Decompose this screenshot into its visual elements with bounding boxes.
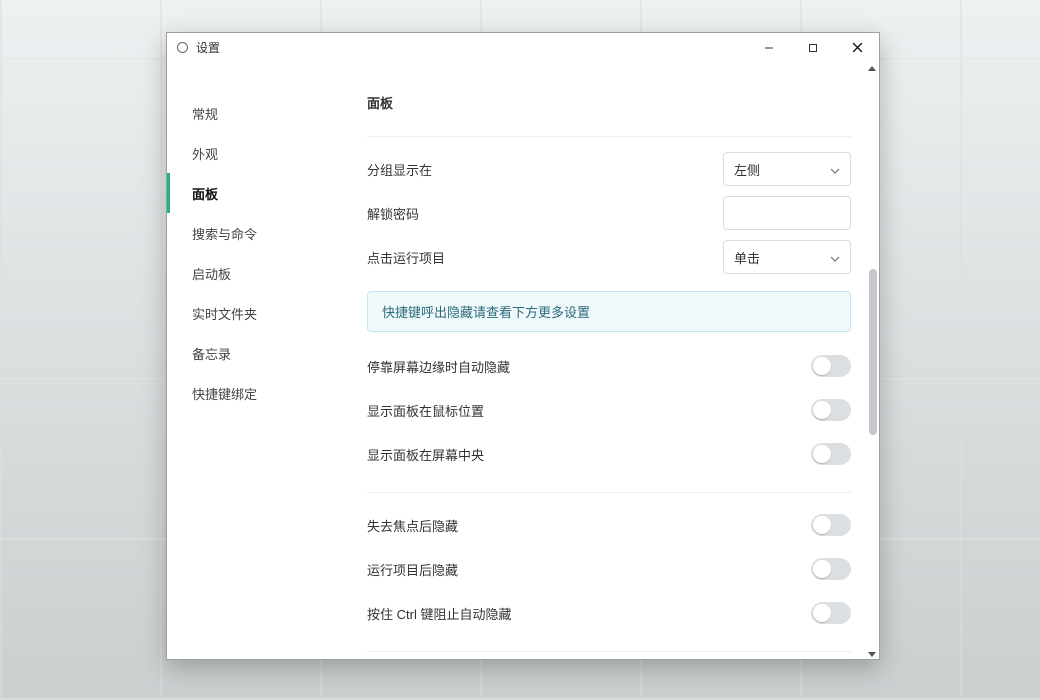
row-toggle-show-center: 显示面板在屏幕中央	[367, 432, 851, 476]
sidebar-item-label: 面板	[192, 184, 218, 203]
scroll-up-icon[interactable]	[866, 63, 878, 73]
scrollbar[interactable]	[865, 63, 879, 659]
scroll-down-icon[interactable]	[866, 649, 878, 659]
sidebar-item-label: 常规	[192, 104, 218, 123]
select-click-run[interactable]: 单击	[723, 240, 851, 274]
toggle-label: 失去焦点后隐藏	[367, 516, 811, 535]
sidebar-item-hotkeys[interactable]: 快捷键绑定	[167, 373, 339, 413]
label-unlock-password: 解锁密码	[367, 204, 723, 223]
sidebar-item-label: 备忘录	[192, 344, 231, 363]
sidebar: 常规 外观 面板 搜索与命令 启动板 实时文件夹 备忘录 快捷键绑定	[167, 63, 339, 659]
hotkey-notice: 快捷键呼出隐藏请查看下方更多设置	[367, 291, 851, 332]
row-toggle-autohide-edge: 停靠屏幕边缘时自动隐藏	[367, 344, 851, 388]
sidebar-item-launchpad[interactable]: 启动板	[167, 253, 339, 293]
sidebar-item-appearance[interactable]: 外观	[167, 133, 339, 173]
toggle-label: 显示面板在屏幕中央	[367, 445, 811, 464]
content-panel: 面板 分组显示在 左侧 解锁密码	[339, 63, 879, 659]
close-button[interactable]	[835, 33, 879, 63]
row-toggle-hide-lostfocus: 失去焦点后隐藏	[367, 503, 851, 547]
toggle-label: 运行项目后隐藏	[367, 560, 811, 579]
settings-window: 设置 常规 外观 面板 搜索与命令 启动板 实时文件夹 备忘录 快捷键绑定	[166, 32, 880, 660]
row-click-run: 点击运行项目 单击	[367, 235, 851, 279]
scroll-thumb[interactable]	[869, 269, 877, 435]
toggle-ctrl-block-hide[interactable]	[811, 602, 851, 624]
toggle-label: 按住 Ctrl 键阻止自动隐藏	[367, 604, 811, 623]
sidebar-item-livefolder[interactable]: 实时文件夹	[167, 293, 339, 333]
select-value: 左侧	[734, 160, 760, 179]
sidebar-item-search[interactable]: 搜索与命令	[167, 213, 339, 253]
toggle-hide-lostfocus[interactable]	[811, 514, 851, 536]
row-toggle-hide-after-run: 运行项目后隐藏	[367, 547, 851, 591]
divider	[367, 651, 851, 652]
input-unlock-password[interactable]	[723, 196, 851, 230]
sidebar-item-label: 搜索与命令	[192, 224, 257, 243]
sidebar-item-label: 外观	[192, 144, 218, 163]
titlebar: 设置	[167, 33, 879, 63]
toggle-show-at-mouse[interactable]	[811, 399, 851, 421]
sidebar-item-general[interactable]: 常规	[167, 93, 339, 133]
toggle-show-center[interactable]	[811, 443, 851, 465]
toggle-label: 显示面板在鼠标位置	[367, 401, 811, 420]
row-toggle-ctrl-block-hide: 按住 Ctrl 键阻止自动隐藏	[367, 591, 851, 635]
app-icon	[177, 42, 188, 53]
window-title: 设置	[196, 39, 220, 56]
section-title: 面板	[367, 93, 851, 112]
sidebar-item-panel[interactable]: 面板	[167, 173, 339, 213]
sidebar-item-label: 实时文件夹	[192, 304, 257, 323]
chevron-down-icon	[830, 162, 840, 177]
select-value: 单击	[734, 248, 760, 267]
toggle-autohide-edge[interactable]	[811, 355, 851, 377]
row-toggle-show-at-mouse: 显示面板在鼠标位置	[367, 388, 851, 432]
toggle-hide-after-run[interactable]	[811, 558, 851, 580]
row-unlock-password: 解锁密码	[367, 191, 851, 235]
toggle-label: 停靠屏幕边缘时自动隐藏	[367, 357, 811, 376]
label-group-position: 分组显示在	[367, 160, 723, 179]
minimize-button[interactable]	[747, 33, 791, 63]
select-group-position[interactable]: 左侧	[723, 152, 851, 186]
chevron-down-icon	[830, 250, 840, 265]
divider	[367, 492, 851, 493]
row-group-position: 分组显示在 左侧	[367, 147, 851, 191]
divider	[367, 136, 851, 137]
label-click-run: 点击运行项目	[367, 248, 723, 267]
sidebar-item-memo[interactable]: 备忘录	[167, 333, 339, 373]
sidebar-item-label: 启动板	[192, 264, 231, 283]
maximize-button[interactable]	[791, 33, 835, 63]
sidebar-item-label: 快捷键绑定	[192, 384, 257, 403]
